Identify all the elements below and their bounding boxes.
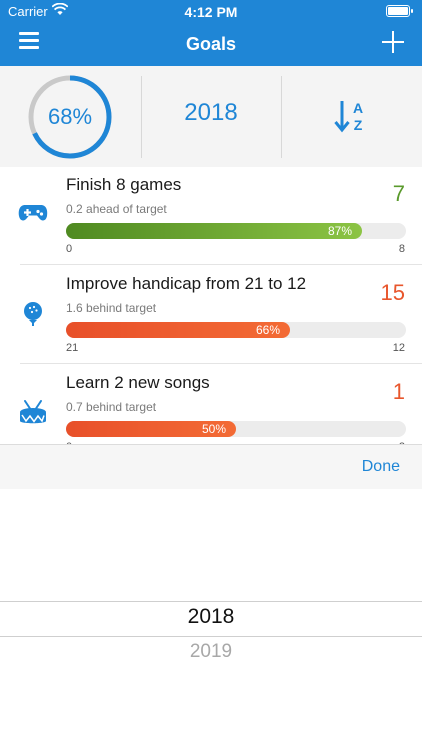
goal-count: 7 [392,181,405,206]
sort-letter-bottom: Z [354,117,363,133]
drum-icon [20,400,46,424]
goal-row[interactable]: Improve handicap from 21 to 12 1.6 behin… [0,266,422,364]
picker-toolbar: Done [0,444,422,490]
done-button[interactable]: Done [362,458,400,476]
goal-range-min: 21 [66,342,79,354]
goal-title: Finish 8 games [66,175,182,194]
goal-title: Improve handicap from 21 to 12 [66,274,307,293]
row-separator [20,363,422,364]
navigation-bar: Carrier 4:12 PM Goals [0,0,422,66]
sort-button[interactable]: A Z [334,98,368,134]
goal-range-max: 8 [398,243,405,255]
goal-percent-label: 50% [201,422,226,436]
summary-divider [281,76,282,158]
overall-percent-label: 68% [47,104,93,129]
row-separator [20,264,422,265]
picker-option[interactable]: 2019 [0,641,422,663]
goal-range-max: 12 [392,342,405,354]
picker-option-selected[interactable]: 2018 [0,605,422,629]
add-goal-button[interactable] [382,31,404,53]
goal-progress-track: 87% [66,223,406,239]
goal-row[interactable]: Finish 8 games 0.2 ahead of target 7 87%… [0,167,422,265]
golf-ball-icon [24,302,42,326]
goal-status: 0.2 ahead of target [66,202,167,216]
page-title: Goals [185,34,237,54]
picker-selection-line [0,636,422,637]
goal-progress-track: 50% [66,421,406,437]
picker-selection-line [0,601,422,602]
sort-letter-top: A [353,100,363,116]
goal-count: 15 [380,280,405,305]
goal-title: Learn 2 new songs [66,373,210,392]
goals-list: Finish 8 games 0.2 ahead of target 7 87%… [0,167,422,444]
year-picker[interactable]: 2018 2019 [0,489,422,750]
goal-progress-track: 66% [66,322,406,338]
summary-panel: 68% 2018 A Z [0,66,422,167]
year-selector[interactable]: 2018 [141,99,281,127]
sort-alpha-down-icon: A Z [334,100,363,133]
goal-percent-label: 66% [255,323,280,337]
goal-percent-label: 87% [327,224,352,238]
goal-row[interactable]: Learn 2 new songs 0.7 behind target 1 50… [0,365,422,444]
status-time: 4:12 PM [184,4,238,20]
battery-icon [386,5,413,17]
gamepad-icon [18,205,48,221]
goal-status: 1.6 behind target [66,301,157,315]
goal-range-min: 0 [66,243,73,255]
goal-status: 0.7 behind target [66,400,157,414]
status-bar: Carrier 4:12 PM [0,0,422,22]
goal-count: 1 [392,379,405,404]
